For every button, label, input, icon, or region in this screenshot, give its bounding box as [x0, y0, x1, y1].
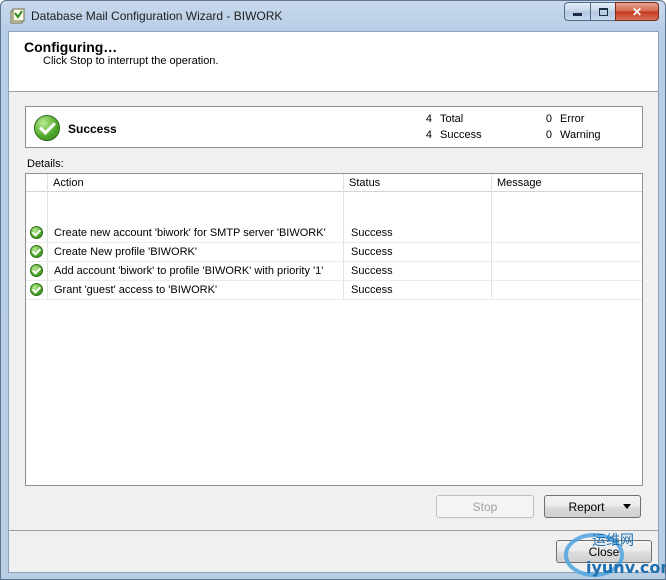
success-check-icon: [30, 226, 43, 239]
row-action: Create New profile 'BIWORK': [54, 246, 197, 258]
summary-panel: Success 4 Total 4 Success 0 Error 0 Warn…: [25, 106, 643, 148]
error-label: Error: [560, 113, 585, 125]
row-action: Grant 'guest' access to 'BIWORK': [54, 284, 218, 296]
success-check-icon: [30, 283, 43, 296]
column-header-action[interactable]: Action: [53, 177, 84, 189]
svg-text:运维网: 运维网: [592, 533, 634, 549]
success-count: 4: [425, 129, 432, 141]
svg-text:iyunv.com: iyunv.com: [586, 558, 666, 577]
close-window-button[interactable]: ✕: [615, 2, 659, 21]
wizard-window: Database Mail Configuration Wizard - BIW…: [0, 0, 666, 580]
table-row[interactable]: Create New profile 'BIWORK' Success: [26, 243, 642, 262]
warning-label: Warning: [560, 129, 601, 141]
row-action: Create new account 'biwork' for SMTP ser…: [54, 227, 326, 239]
warning-count: 0: [545, 129, 552, 141]
close-icon: ✕: [631, 4, 643, 19]
window-title: Database Mail Configuration Wizard - BIW…: [31, 9, 283, 23]
success-check-icon: [30, 245, 43, 258]
stop-button[interactable]: Stop: [436, 495, 534, 518]
minimize-icon: [573, 13, 582, 16]
total-label: Total: [440, 113, 464, 125]
error-count: 0: [545, 113, 552, 125]
row-action: Add account 'biwork' to profile 'BIWORK'…: [54, 265, 324, 277]
summary-status: Success: [68, 122, 117, 136]
caption-buttons: ✕: [564, 2, 659, 21]
page-title: Configuring…: [24, 39, 118, 55]
row-status: Success: [351, 265, 393, 277]
details-grid[interactable]: Action Status Message Create new account…: [25, 173, 643, 486]
grid-header: Action Status Message: [26, 174, 642, 192]
title-bar[interactable]: Database Mail Configuration Wizard - BIW…: [1, 1, 665, 31]
row-status: Success: [351, 227, 393, 239]
watermark-logo: 运维网 iyunv.com: [564, 533, 666, 577]
row-status: Success: [351, 284, 393, 296]
success-label: Success: [440, 129, 482, 141]
report-button[interactable]: Report: [544, 495, 641, 518]
dropdown-arrow-icon: [623, 504, 631, 509]
table-row[interactable]: Add account 'biwork' to profile 'BIWORK'…: [26, 262, 642, 281]
maximize-button[interactable]: [590, 2, 615, 21]
total-count: 4: [425, 113, 432, 125]
maximize-icon: [598, 7, 608, 16]
wizard-client-area: Configuring… Click Stop to interrupt the…: [8, 31, 659, 573]
success-check-icon: [30, 264, 43, 277]
row-status: Success: [351, 246, 393, 258]
page-subtitle: Click Stop to interrupt the operation.: [43, 55, 219, 67]
report-button-label: Report: [568, 499, 605, 514]
column-header-status[interactable]: Status: [349, 177, 380, 189]
success-check-icon: [34, 115, 60, 141]
wizard-header: Configuring… Click Stop to interrupt the…: [9, 32, 658, 92]
table-row[interactable]: Create new account 'biwork' for SMTP ser…: [26, 224, 642, 243]
wizard-app-icon: [10, 8, 25, 24]
column-header-message[interactable]: Message: [497, 177, 542, 189]
table-row[interactable]: Grant 'guest' access to 'BIWORK' Success: [26, 281, 642, 300]
details-label: Details:: [27, 158, 64, 170]
minimize-button[interactable]: [564, 2, 590, 21]
